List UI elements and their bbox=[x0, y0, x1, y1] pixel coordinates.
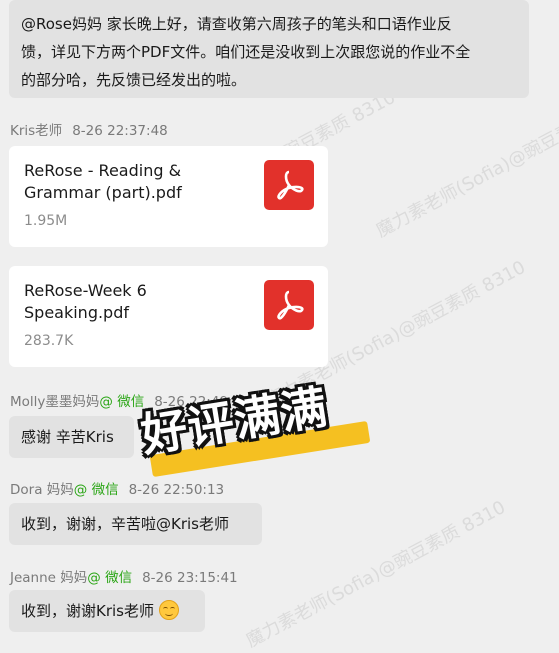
file-card[interactable]: ReRose - Reading & Grammar (part).pdf 1.… bbox=[9, 146, 328, 247]
file-size: 283.7K bbox=[24, 333, 74, 349]
sender-name[interactable]: Molly墨墨妈妈 bbox=[10, 394, 99, 410]
file-name: ReRose-Week 6 Speaking.pdf bbox=[24, 281, 147, 322]
message-line: @Rose妈妈 家长晚上好，请查收第六周孩子的笔头和口语作业反 bbox=[21, 15, 452, 33]
sender-name[interactable]: Kris老师 bbox=[10, 123, 62, 139]
message-bubble: @Rose妈妈 家长晚上好，请查收第六周孩子的笔头和口语作业反 馈，详见下方两个… bbox=[9, 0, 529, 98]
pdf-icon bbox=[264, 280, 314, 330]
file-size: 1.95M bbox=[24, 213, 68, 229]
message-text: 收到，谢谢Kris老师 bbox=[21, 602, 154, 620]
smile-emoji-icon bbox=[158, 600, 179, 620]
message-meta: Jeanne 妈妈@ 微信 8-26 23:15:41 bbox=[10, 566, 238, 586]
sender-name[interactable]: Dora 妈妈 bbox=[10, 482, 74, 498]
message-bubble: 收到，谢谢，辛苦啦@Kris老师 bbox=[9, 503, 262, 545]
sender-name[interactable]: Jeanne 妈妈 bbox=[10, 570, 87, 586]
wechat-tag: @ 微信 bbox=[87, 570, 133, 586]
message-line: 的部分哈，先反馈已经发出的啦。 bbox=[21, 71, 247, 89]
timestamp: 8-26 22:50:13 bbox=[128, 482, 225, 498]
message-text: 感谢 辛苦Kris bbox=[21, 428, 114, 446]
pdf-icon bbox=[264, 160, 314, 210]
watermark: 魔力素老师(Sofia)@豌豆素质 8310 bbox=[242, 496, 510, 652]
message-text: 收到，谢谢，辛苦啦@Kris老师 bbox=[21, 515, 229, 533]
message-bubble: 感谢 辛苦Kris bbox=[9, 416, 134, 458]
file-name: ReRose - Reading & Grammar (part).pdf bbox=[24, 161, 182, 202]
message-meta: Kris老师 8-26 22:37:48 bbox=[10, 119, 168, 139]
watermark: 魔力素老师(Sofia)@豌豆素质 8310 bbox=[372, 87, 559, 242]
timestamp: 8-26 23:15:41 bbox=[142, 570, 238, 586]
wechat-tag: @ 微信 bbox=[73, 482, 119, 498]
message-bubble: 收到，谢谢Kris老师 bbox=[9, 590, 205, 632]
message-meta: Dora 妈妈@ 微信 8-26 22:50:13 bbox=[10, 478, 224, 498]
message-line: 馈，详见下方两个PDF文件。咱们还是没收到上次跟您说的作业不全 bbox=[21, 43, 471, 61]
file-card[interactable]: ReRose-Week 6 Speaking.pdf 283.7K bbox=[9, 266, 328, 367]
timestamp: 8-26 22:37:48 bbox=[72, 123, 168, 139]
